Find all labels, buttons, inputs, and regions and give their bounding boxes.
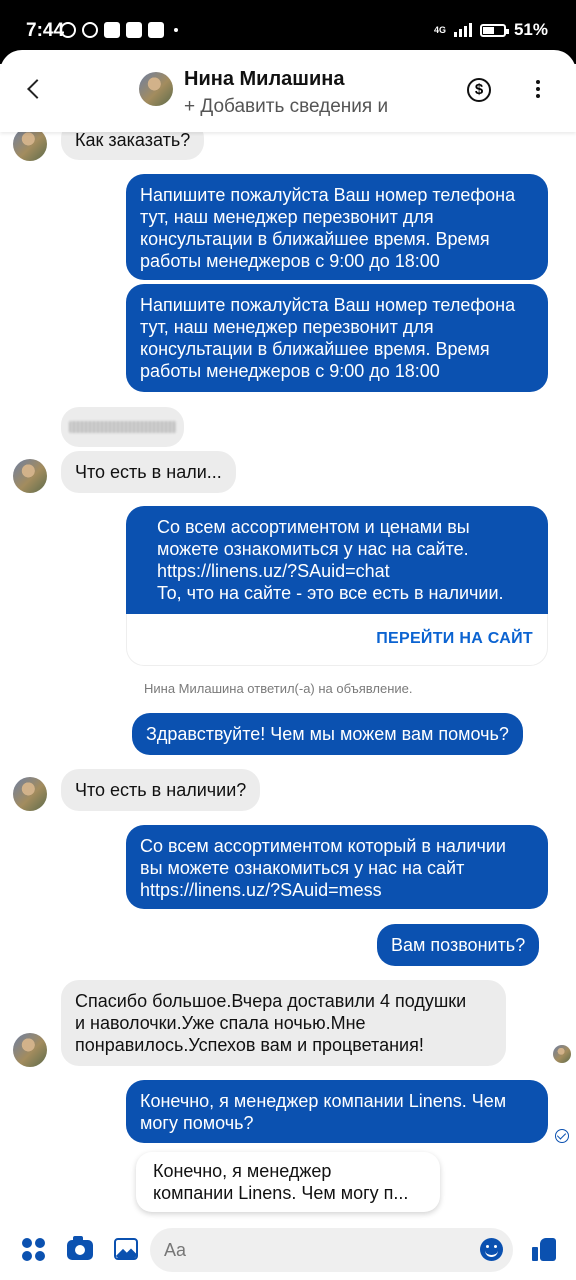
signal-icon	[453, 23, 472, 37]
message-line: можете ознакомиться у нас на сайте.	[157, 539, 469, 559]
like-icon[interactable]	[532, 1236, 558, 1262]
message-line: работы менеджеров с 9:00 до 18:00	[140, 361, 440, 381]
network-type: 4G	[433, 24, 446, 35]
message-line: То, что на сайте - это все есть в наличи…	[157, 583, 504, 603]
dollar-icon[interactable]: $	[467, 78, 491, 102]
message-bubble[interactable]: Что есть в нали...	[61, 451, 236, 493]
add-details-link[interactable]: + Добавить сведения и	[184, 96, 388, 118]
alarm-icon	[82, 22, 98, 38]
message-line: понравилось.Успехов вам и процветания!	[75, 1035, 424, 1055]
more-notifications-dot	[174, 28, 178, 32]
suggestion-line: компании Linens. Чем могу п...	[153, 1183, 409, 1203]
back-icon[interactable]	[20, 74, 50, 104]
telegram-icon-2	[126, 22, 142, 38]
battery-level: 51%	[513, 20, 548, 39]
contact-avatar-small	[13, 459, 47, 493]
message-line: вы можете ознакомиться у нас на сайт	[140, 858, 465, 878]
message-line: тут, наш менеджер перезвонит для	[140, 207, 434, 227]
message-line: https://linens.uz/?SAuid=mess	[140, 880, 382, 900]
system-note: Нина Милашина ответил(-а) на объявление.	[144, 681, 413, 696]
message-line: Напишите пожалуйста Ваш номер телефона	[140, 295, 516, 315]
sent-check-icon	[555, 1129, 569, 1143]
message-line: консультации в ближайшее время. Время	[140, 229, 490, 249]
emoji-icon[interactable]	[480, 1238, 503, 1261]
composer-bar	[0, 1224, 576, 1280]
status-time: 7:44	[26, 20, 65, 41]
message-bubble[interactable]: Здравствуйте! Чем мы можем вам помочь?	[132, 713, 523, 755]
message-line: могу помочь?	[140, 1113, 254, 1133]
seen-avatar	[553, 1045, 571, 1063]
message-bubble[interactable]: Вам позвонить?	[377, 924, 540, 966]
notification-icons	[60, 22, 164, 38]
link-card[interactable]: Со всем ассортиментом и ценами вы можете…	[126, 506, 548, 614]
message-line: консультации в ближайшее время. Время	[140, 339, 490, 359]
message-line: https://linens.uz/?SAuid=chat	[157, 561, 390, 581]
more-icon[interactable]	[536, 80, 542, 100]
message-line: Напишите пожалуйста Ваш номер телефона	[140, 185, 516, 205]
battery-icon	[479, 23, 509, 37]
message-line: тут, наш менеджер перезвонит для	[140, 317, 434, 337]
contact-avatar-small	[13, 127, 47, 161]
message-line: работы менеджеров с 9:00 до 18:00	[140, 251, 440, 271]
camera-icon[interactable]	[67, 1236, 93, 1260]
message-bubble[interactable]: Конечно, я менеджер компании Linens. Чем…	[126, 1080, 548, 1143]
mute-icon	[60, 22, 76, 38]
telegram-icon	[104, 22, 120, 38]
go-to-site-button[interactable]: ПЕРЕЙТИ НА САЙТ	[126, 614, 548, 666]
message-line: Со всем ассортиментом который в наличии	[140, 836, 506, 856]
message-line: Со всем ассортиментом и ценами вы	[157, 517, 470, 537]
message-line: и наволочки.Уже спала ночью.Мне	[75, 1013, 366, 1033]
contact-avatar-small	[13, 777, 47, 811]
reply-suggestion[interactable]: Конечно, я менеджер компании Linens. Чем…	[136, 1152, 440, 1212]
blurred-message[interactable]	[61, 407, 184, 447]
message-bubble[interactable]: Спасибо большое.Вчера доставили 4 подушк…	[61, 980, 506, 1066]
message-bubble[interactable]: Что есть в наличии?	[61, 769, 261, 811]
menu-icon[interactable]	[22, 1238, 46, 1262]
message-line: Конечно, я менеджер компании Linens. Чем	[140, 1091, 507, 1111]
message-input[interactable]	[150, 1228, 513, 1272]
gallery-icon[interactable]	[114, 1238, 138, 1260]
contact-avatar-small	[13, 1033, 47, 1067]
message-bubble[interactable]: Со всем ассортиментом который в наличии …	[126, 825, 548, 909]
go-to-site-label: ПЕРЕЙТИ НА САЙТ	[376, 630, 533, 647]
chat-header: Нина Милашина + Добавить сведения и $	[0, 50, 576, 132]
status-right: 4G 51%	[434, 20, 548, 40]
contact-avatar[interactable]	[139, 72, 173, 106]
contact-name[interactable]: Нина Милашина	[184, 68, 344, 91]
message-bubble[interactable]: Напишите пожалуйста Ваш номер телефона т…	[126, 284, 548, 392]
suggestion-line: Конечно, я менеджер	[153, 1161, 332, 1181]
shield-icon	[148, 22, 164, 38]
message-line: Спасибо большое.Вчера доставили 4 подушк…	[75, 991, 467, 1011]
message-bubble[interactable]: Напишите пожалуйста Ваш номер телефона т…	[126, 174, 548, 280]
